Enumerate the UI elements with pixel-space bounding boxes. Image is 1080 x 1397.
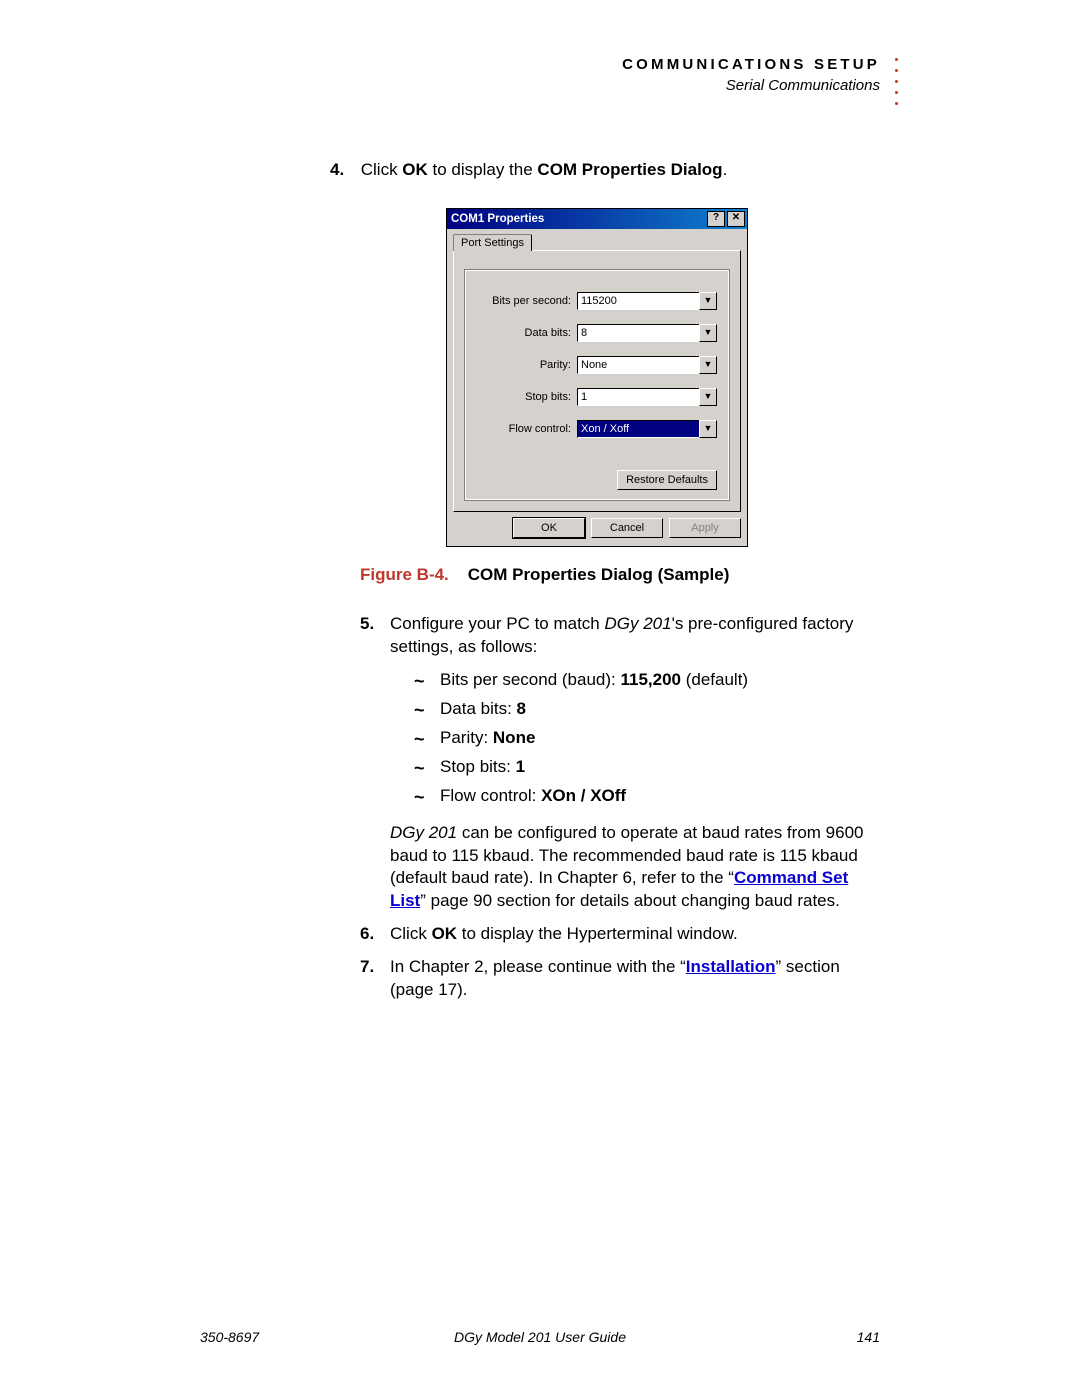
page-header: COMMUNICATIONS SETUP Serial Communicatio… — [622, 56, 880, 96]
chevron-down-icon[interactable]: ▼ — [699, 356, 717, 374]
dialog-titlebar: COM1 Properties ? ✕ — [447, 209, 747, 229]
help-icon[interactable]: ? — [707, 211, 725, 227]
apply-button[interactable]: Apply — [669, 518, 741, 538]
page: COMMUNICATIONS SETUP Serial Communicatio… — [0, 0, 1080, 1397]
figure-label: Figure B-4. — [360, 565, 449, 584]
chapter-title: COMMUNICATIONS SETUP — [622, 56, 880, 75]
bps-value: 115200 — [577, 292, 699, 310]
bps-label: Bits per second: — [477, 295, 577, 307]
chevron-down-icon[interactable]: ▼ — [699, 292, 717, 310]
stopbits-value: 1 — [577, 388, 699, 406]
restore-defaults-button[interactable]: Restore Defaults — [617, 470, 717, 490]
step-6: 6. Click OK to display the Hyperterminal… — [360, 923, 880, 946]
stopbits-label: Stop bits: — [477, 391, 577, 403]
step-number: 6. — [360, 923, 374, 946]
list-item: Bits per second (baud): 115,200 (default… — [414, 669, 880, 692]
doc-title: DGy Model 201 User Guide — [200, 1329, 880, 1345]
close-icon[interactable]: ✕ — [727, 211, 745, 227]
ok-bold: OK — [402, 160, 428, 179]
parity-value: None — [577, 356, 699, 374]
page-number: 141 — [857, 1329, 880, 1345]
bps-combo[interactable]: 115200 ▼ — [577, 292, 717, 310]
doc-number: 350-8697 — [200, 1329, 259, 1345]
flow-combo[interactable]: Xon / Xoff ▼ — [577, 420, 717, 438]
list-item: Flow control: XOn / XOff — [414, 785, 880, 808]
section-title: Serial Communications — [622, 77, 880, 96]
figure-title: COM Properties Dialog (Sample) — [468, 565, 730, 584]
step-text: Click — [361, 160, 403, 179]
step-4: 4. Click OK to display the COM Propertie… — [330, 160, 850, 180]
settings-group: Bits per second: 115200 ▼ Data bits: 8 ▼ — [464, 269, 730, 501]
list-item: Parity: None — [414, 727, 880, 750]
dialog-buttons: OK Cancel Apply — [447, 518, 747, 546]
decorative-dots — [895, 58, 898, 105]
product-name: DGy 201 — [604, 614, 671, 633]
step-number: 7. — [360, 956, 374, 979]
product-name: DGy 201 — [390, 823, 457, 842]
step-7: 7. In Chapter 2, please continue with th… — [360, 956, 880, 1002]
tab-port-settings[interactable]: Port Settings — [453, 234, 532, 251]
databits-value: 8 — [577, 324, 699, 342]
list-item: Stop bits: 1 — [414, 756, 880, 779]
databits-combo[interactable]: 8 ▼ — [577, 324, 717, 342]
dialog-title: COM1 Properties — [451, 213, 544, 225]
step-number: 5. — [360, 613, 374, 636]
flow-label: Flow control: — [477, 423, 577, 435]
stopbits-combo[interactable]: 1 ▼ — [577, 388, 717, 406]
chevron-down-icon[interactable]: ▼ — [699, 420, 717, 438]
figure-caption: Figure B-4. COM Properties Dialog (Sampl… — [360, 565, 880, 585]
tab-bar: Port Settings — [447, 229, 747, 250]
step-number: 4. — [330, 160, 356, 180]
chevron-down-icon[interactable]: ▼ — [699, 388, 717, 406]
settings-list: Bits per second (baud): 115,200 (default… — [360, 669, 880, 808]
step-5: 5. Configure your PC to match DGy 201's … — [360, 613, 880, 659]
ok-button[interactable]: OK — [513, 518, 585, 538]
baud-note: DGy 201 can be configured to operate at … — [360, 822, 880, 914]
tab-panel: Bits per second: 115200 ▼ Data bits: 8 ▼ — [453, 250, 741, 512]
chevron-down-icon[interactable]: ▼ — [699, 324, 717, 342]
databits-label: Data bits: — [477, 327, 577, 339]
page-footer: 350-8697 DGy Model 201 User Guide 141 — [200, 1329, 880, 1345]
parity-combo[interactable]: None ▼ — [577, 356, 717, 374]
cancel-button[interactable]: Cancel — [591, 518, 663, 538]
list-item: Data bits: 8 — [414, 698, 880, 721]
parity-label: Parity: — [477, 359, 577, 371]
content: 4. Click OK to display the COM Propertie… — [360, 160, 880, 1012]
com-properties-dialog: COM1 Properties ? ✕ Port Settings Bits p… — [446, 208, 748, 547]
installation-link[interactable]: Installation — [686, 957, 776, 976]
flow-value: Xon / Xoff — [577, 420, 699, 438]
